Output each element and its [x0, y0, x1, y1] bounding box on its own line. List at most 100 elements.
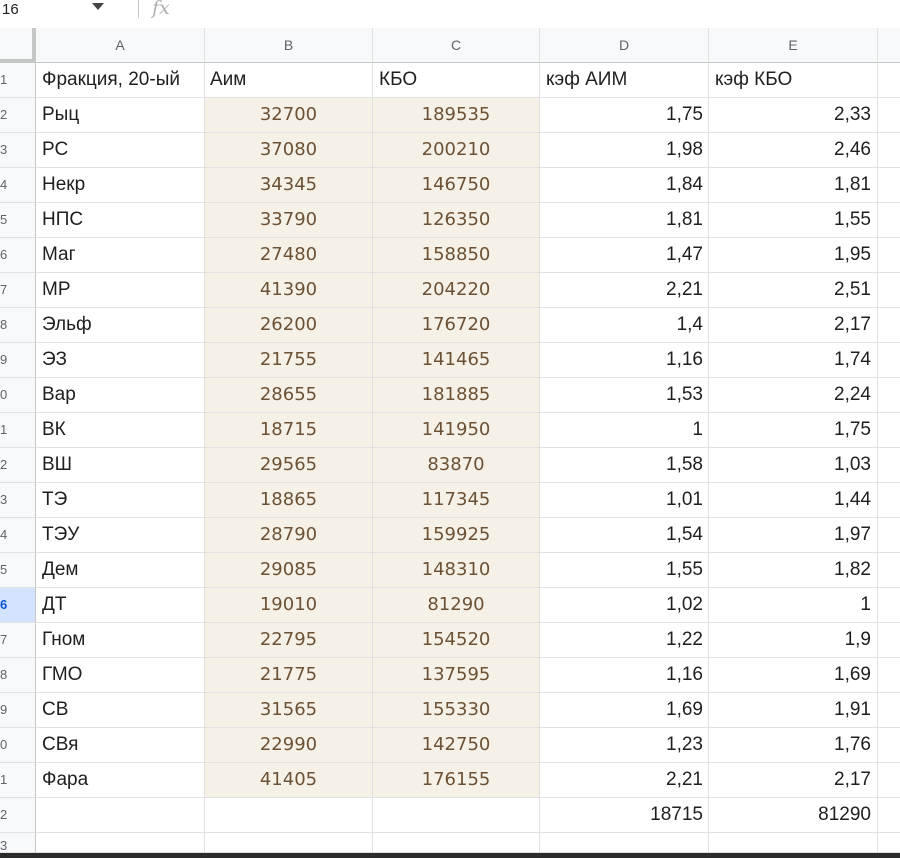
cell-f[interactable] — [878, 623, 900, 658]
cell-kef-aim[interactable]: 1,84 — [540, 168, 709, 203]
cell-kef-aim[interactable]: 1,02 — [540, 588, 709, 623]
cell-f[interactable] — [878, 343, 900, 378]
row-number[interactable]: 0 — [0, 728, 36, 763]
cell-kef-aim[interactable]: 2,21 — [540, 273, 709, 308]
cell-faction[interactable]: ТЭ — [36, 483, 205, 518]
cell-f[interactable] — [878, 658, 900, 693]
cell-kef-aim[interactable]: 1,53 — [540, 378, 709, 413]
cell-kef-kbo[interactable]: 1,44 — [709, 483, 878, 518]
cell-kbo[interactable]: 81290 — [373, 588, 540, 623]
cell-kef-aim[interactable]: 1,47 — [540, 238, 709, 273]
row-number[interactable]: 1 — [0, 763, 36, 798]
cell-kef-kbo[interactable]: 2,33 — [709, 98, 878, 133]
cell-aim[interactable]: 22795 — [205, 623, 373, 658]
cell-f[interactable] — [878, 273, 900, 308]
row-number[interactable]: 8 — [0, 658, 36, 693]
cell-kef-kbo[interactable]: 2,46 — [709, 133, 878, 168]
column-header-b[interactable]: B — [205, 28, 373, 63]
cell-empty[interactable] — [540, 833, 709, 853]
cell-kef-aim[interactable]: 1,16 — [540, 658, 709, 693]
cell-kef-kbo[interactable]: 1,69 — [709, 658, 878, 693]
cell-f[interactable] — [878, 168, 900, 203]
cell-kef-aim[interactable]: 2,21 — [540, 763, 709, 798]
cell-empty[interactable] — [373, 833, 540, 853]
cell-header-kef-aim[interactable]: кэф АИМ — [540, 63, 709, 98]
cell-f[interactable] — [878, 63, 900, 98]
cell-faction[interactable]: ВШ — [36, 448, 205, 483]
cell-kef-aim[interactable]: 1,69 — [540, 693, 709, 728]
cell-kef-aim[interactable]: 1,58 — [540, 448, 709, 483]
row-number[interactable]: 7 — [0, 623, 36, 658]
cell-aim[interactable]: 33790 — [205, 203, 373, 238]
cell-f[interactable] — [878, 133, 900, 168]
cell-kef-kbo[interactable]: 1 — [709, 588, 878, 623]
cell-faction[interactable]: Эльф — [36, 308, 205, 343]
cell-aim[interactable]: 21755 — [205, 343, 373, 378]
row-number[interactable]: 1 — [0, 63, 36, 98]
cell-faction[interactable]: НПС — [36, 203, 205, 238]
cell-kef-kbo[interactable]: 2,17 — [709, 308, 878, 343]
cell-faction[interactable]: ТЭУ — [36, 518, 205, 553]
cell-aim[interactable]: 27480 — [205, 238, 373, 273]
cell-f[interactable] — [878, 728, 900, 763]
row-number[interactable]: 2 — [0, 798, 36, 833]
column-header-a[interactable]: A — [36, 28, 205, 63]
cell-aim[interactable]: 29565 — [205, 448, 373, 483]
cell-kbo[interactable]: 154520 — [373, 623, 540, 658]
column-header-c[interactable]: C — [373, 28, 540, 63]
column-header-f[interactable] — [878, 28, 900, 63]
cell-f[interactable] — [878, 553, 900, 588]
cell-kbo[interactable]: 141465 — [373, 343, 540, 378]
cell-aim[interactable]: 18715 — [205, 413, 373, 448]
cell-kef-aim[interactable]: 1,4 — [540, 308, 709, 343]
name-box[interactable]: 16 — [2, 0, 19, 22]
cell-aim[interactable]: 28790 — [205, 518, 373, 553]
cell-kbo[interactable]: 176720 — [373, 308, 540, 343]
row-number[interactable]: 1 — [0, 413, 36, 448]
cell-faction[interactable]: Рыц — [36, 98, 205, 133]
row-number[interactable]: 2 — [0, 98, 36, 133]
cell-kef-kbo[interactable]: 1,9 — [709, 623, 878, 658]
row-number[interactable]: 9 — [0, 343, 36, 378]
cell-empty[interactable] — [36, 833, 205, 853]
row-number[interactable]: 3 — [0, 133, 36, 168]
cell-aim[interactable] — [205, 798, 373, 833]
cell-aim[interactable]: 41405 — [205, 763, 373, 798]
cell-f[interactable] — [878, 378, 900, 413]
cell-f[interactable] — [878, 588, 900, 623]
cell-faction[interactable]: ДТ — [36, 588, 205, 623]
cell-f[interactable] — [878, 308, 900, 343]
cell-aim[interactable]: 34345 — [205, 168, 373, 203]
cell-header-faction[interactable]: Фракция, 20-ый — [36, 63, 205, 98]
cell-kef-kbo[interactable]: 2,51 — [709, 273, 878, 308]
cell-faction[interactable]: Дем — [36, 553, 205, 588]
cell-kef-kbo[interactable]: 2,24 — [709, 378, 878, 413]
cell-f[interactable] — [878, 763, 900, 798]
cell-faction[interactable]: СВ — [36, 693, 205, 728]
cell-kef-kbo[interactable]: 1,81 — [709, 168, 878, 203]
row-number[interactable]: 0 — [0, 378, 36, 413]
cell-aim[interactable]: 32700 — [205, 98, 373, 133]
cell-empty[interactable] — [878, 833, 900, 853]
cell-f[interactable] — [878, 448, 900, 483]
row-number[interactable]: 3 — [0, 833, 36, 853]
row-number[interactable]: 5 — [0, 203, 36, 238]
cell-aim[interactable]: 22990 — [205, 728, 373, 763]
cell-kef-aim[interactable]: 1,22 — [540, 623, 709, 658]
row-number[interactable]: 6 — [0, 238, 36, 273]
cell-f[interactable] — [878, 203, 900, 238]
cell-kbo[interactable]: 159925 — [373, 518, 540, 553]
select-all-corner[interactable] — [0, 28, 36, 63]
cell-kef-aim[interactable]: 1,01 — [540, 483, 709, 518]
cell-kef-kbo[interactable]: 1,95 — [709, 238, 878, 273]
cell-kbo[interactable]: 126350 — [373, 203, 540, 238]
cell-kef-kbo[interactable]: 1,91 — [709, 693, 878, 728]
cell-kbo[interactable]: 158850 — [373, 238, 540, 273]
cell-f[interactable] — [878, 518, 900, 553]
cell-kbo[interactable]: 83870 — [373, 448, 540, 483]
cell-header-kef-kbo[interactable]: кэф КБО — [709, 63, 878, 98]
cell-aim[interactable]: 26200 — [205, 308, 373, 343]
cell-aim[interactable]: 37080 — [205, 133, 373, 168]
cell-kbo[interactable]: 189535 — [373, 98, 540, 133]
cell-kbo[interactable]: 142750 — [373, 728, 540, 763]
